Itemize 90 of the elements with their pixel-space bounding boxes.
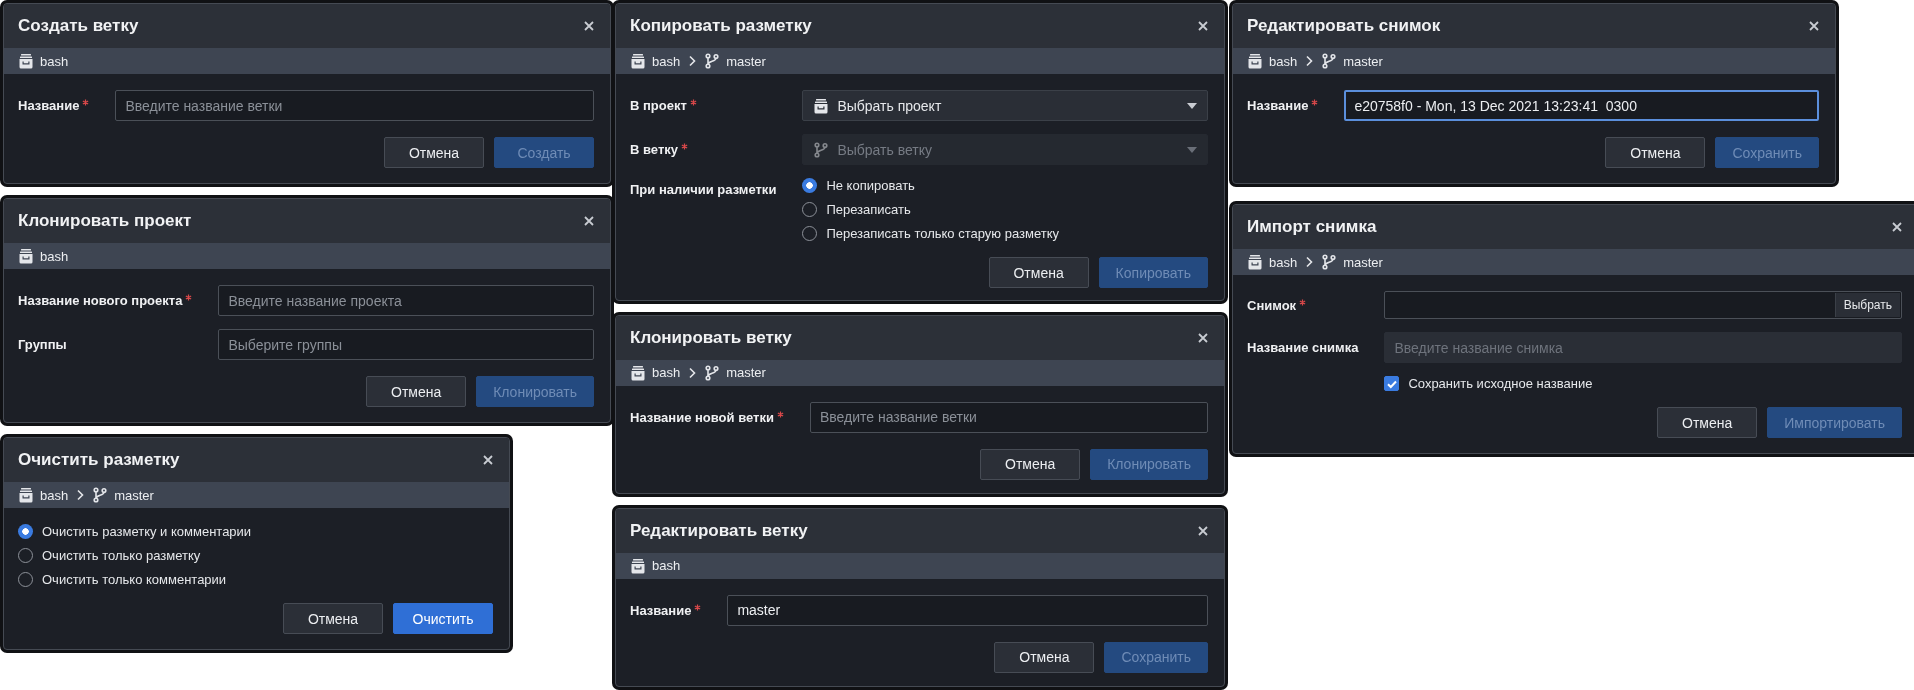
dropdown[interactable]: Выбрать проект bbox=[802, 90, 1208, 121]
archive-box-icon bbox=[630, 53, 646, 69]
caret-icon bbox=[1187, 102, 1197, 109]
field-label: Название bbox=[1247, 98, 1309, 113]
field-label: Название нового проекта bbox=[18, 293, 183, 308]
branch-icon bbox=[92, 487, 109, 503]
close-icon[interactable] bbox=[584, 21, 594, 31]
archive-box-icon bbox=[1247, 254, 1263, 270]
caret-icon bbox=[1187, 146, 1197, 153]
dialog-title: Копировать разметку bbox=[630, 16, 812, 36]
field-label: Снимок bbox=[1247, 297, 1297, 313]
radio-label: Не копировать bbox=[826, 178, 915, 193]
dialog-title: Клонировать проект bbox=[18, 211, 192, 231]
text-field[interactable]: e20758f0 - Mon, 13 Dec 2021 13:23:41 0300 bbox=[1344, 90, 1819, 121]
dialog-title: Создать ветку bbox=[18, 16, 139, 36]
dialog-title: Импорт снимка bbox=[1247, 217, 1377, 237]
field-label: В проект bbox=[630, 98, 687, 113]
branch-icon bbox=[1321, 254, 1338, 270]
field-label: При наличии разметки bbox=[630, 182, 777, 197]
close-icon[interactable] bbox=[1892, 222, 1902, 232]
breadcrumb-item[interactable]: bash bbox=[652, 365, 681, 381]
close-icon[interactable] bbox=[1198, 21, 1208, 31]
dialog-title: Редактировать ветку bbox=[630, 520, 808, 541]
breadcrumb-item[interactable]: master bbox=[726, 53, 766, 69]
breadcrumb-item[interactable]: bash bbox=[1269, 254, 1298, 270]
radio-button[interactable] bbox=[18, 524, 33, 539]
cancel-button[interactable]: Отмена bbox=[994, 641, 1095, 673]
archive-box-icon bbox=[630, 557, 646, 574]
close-icon[interactable] bbox=[483, 455, 493, 465]
cancel-button[interactable]: Отмена bbox=[366, 376, 467, 407]
cancel-button[interactable]: Отмена bbox=[384, 137, 484, 168]
breadcrumb-item[interactable]: bash bbox=[40, 487, 69, 503]
chevron-icon bbox=[76, 489, 85, 501]
file-field[interactable]: Выбрать bbox=[1384, 291, 1902, 319]
breadcrumb-item[interactable]: bash bbox=[40, 248, 69, 264]
text-field[interactable]: master bbox=[727, 594, 1208, 626]
dialog-title: Редактировать снимок bbox=[1247, 16, 1441, 36]
text-field[interactable]: Введите название проекта bbox=[218, 285, 594, 316]
breadcrumb-item[interactable]: bash bbox=[652, 558, 681, 574]
close-icon[interactable] bbox=[1198, 332, 1208, 343]
field-label: Название bbox=[630, 602, 692, 618]
branch-icon bbox=[704, 364, 721, 381]
text-field[interactable]: Введите название ветки bbox=[809, 401, 1208, 433]
archive-box-icon bbox=[1247, 53, 1263, 69]
close-icon[interactable] bbox=[1198, 525, 1208, 536]
branch-icon bbox=[1321, 53, 1338, 69]
breadcrumb-item[interactable]: bash bbox=[40, 53, 69, 69]
radio-label: Очистить только разметку bbox=[42, 548, 201, 563]
chevron-icon bbox=[1305, 55, 1314, 67]
cancel-button[interactable]: Отмена bbox=[1657, 407, 1758, 438]
archive-box-icon bbox=[630, 364, 646, 381]
archive-box-icon bbox=[813, 97, 830, 114]
chevron-icon bbox=[688, 55, 697, 67]
dialog-title: Очистить разметку bbox=[18, 450, 180, 470]
archive-box-icon bbox=[18, 53, 34, 69]
radio-label: Очистить только комментарии bbox=[42, 572, 227, 587]
breadcrumb-item[interactable]: bash bbox=[652, 53, 681, 69]
close-icon[interactable] bbox=[584, 216, 594, 226]
breadcrumb-item[interactable]: master bbox=[726, 365, 766, 381]
cancel-button[interactable]: Отмена bbox=[980, 448, 1081, 480]
branch-icon bbox=[813, 141, 830, 158]
breadcrumb-item[interactable]: master bbox=[114, 487, 154, 503]
archive-box-icon bbox=[18, 487, 34, 503]
text-field[interactable]: Выберите группы bbox=[218, 329, 594, 360]
radio-button[interactable] bbox=[802, 178, 818, 193]
cancel-button[interactable]: Отмена bbox=[988, 257, 1089, 288]
breadcrumb-item[interactable]: master bbox=[1343, 53, 1383, 69]
dialog-title: Клонировать ветку bbox=[630, 327, 792, 348]
breadcrumb-item[interactable]: master bbox=[1343, 254, 1383, 270]
field-label: Название снимка bbox=[1247, 340, 1359, 355]
cancel-button[interactable]: Отмена bbox=[1605, 137, 1706, 168]
chevron-icon bbox=[1305, 256, 1314, 268]
text-field[interactable]: Введите название ветки bbox=[115, 90, 594, 121]
choose-button[interactable]: Выбрать bbox=[1834, 293, 1900, 317]
field-label: Название новой ветки bbox=[630, 409, 774, 425]
chevron-icon bbox=[688, 366, 697, 379]
checkbox-label: Сохранить исходное название bbox=[1408, 376, 1593, 391]
breadcrumb-item[interactable]: bash bbox=[1269, 53, 1298, 69]
confirm-button[interactable]: Очистить bbox=[393, 603, 493, 634]
checkbox[interactable] bbox=[1384, 376, 1400, 391]
field-label: Название bbox=[18, 98, 80, 113]
archive-box-icon bbox=[18, 248, 34, 264]
field-label: Группы bbox=[18, 337, 67, 352]
branch-icon bbox=[704, 53, 721, 69]
close-icon[interactable] bbox=[1809, 21, 1819, 31]
radio-label: Перезаписать только старую разметку bbox=[826, 226, 1059, 241]
field-label: В ветку bbox=[630, 142, 678, 157]
radio-label: Очистить разметку и комментарии bbox=[42, 524, 252, 539]
cancel-button[interactable]: Отмена bbox=[283, 603, 383, 634]
radio-label: Перезаписать bbox=[826, 202, 911, 217]
